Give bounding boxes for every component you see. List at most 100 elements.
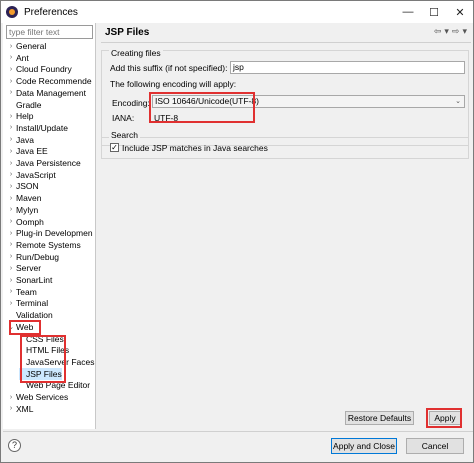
tree-item-label: Data Management xyxy=(16,87,86,98)
tree-item[interactable]: › Data Management xyxy=(7,87,86,99)
chevron-right-icon[interactable]: › xyxy=(7,183,15,190)
search-label: Search xyxy=(109,130,140,140)
chevron-right-icon[interactable]: › xyxy=(7,288,15,295)
tree-item-label: XML xyxy=(16,403,34,414)
chevron-right-icon[interactable]: › xyxy=(7,218,15,225)
tree-item[interactable]: › Mylyn xyxy=(7,204,38,216)
encoding-info-label: The following encoding will apply: xyxy=(110,79,237,89)
tree-item[interactable]: › Web Services xyxy=(7,391,68,403)
tree-item-label: Web Services xyxy=(16,392,69,402)
tree-item[interactable]: › Remote Systems xyxy=(7,239,81,251)
restore-defaults-button[interactable]: Restore Defaults xyxy=(345,411,414,425)
encoding-highlight xyxy=(149,92,255,123)
tree-item[interactable]: › JSON xyxy=(7,180,39,192)
tree-item-label: Oomph xyxy=(16,216,44,227)
chevron-right-icon[interactable]: › xyxy=(7,113,15,120)
help-icon[interactable]: ? xyxy=(8,439,21,452)
include-jsp-label: Include JSP matches in Java searches xyxy=(122,143,268,153)
window-title: Preferences xyxy=(24,6,78,18)
tree-item[interactable]: › Java EE xyxy=(7,145,48,157)
tree-item[interactable]: Gradle xyxy=(7,99,42,111)
tree-item-label: Remote Systems xyxy=(16,239,81,250)
web-highlight xyxy=(9,320,41,335)
iana-label: IANA: xyxy=(112,113,135,123)
chevron-right-icon[interactable]: › xyxy=(7,405,15,412)
tree-item-label: Terminal xyxy=(16,298,49,309)
title-separator xyxy=(101,42,471,43)
suffix-input[interactable]: jsp xyxy=(230,61,465,74)
tree-item-label: Code Recommende xyxy=(16,76,92,87)
chevron-right-icon[interactable]: › xyxy=(7,195,15,202)
tree-item-label: Maven xyxy=(16,193,42,204)
chevron-right-icon[interactable]: › xyxy=(7,265,15,272)
apply-highlight xyxy=(426,408,462,428)
chevron-right-icon[interactable]: › xyxy=(7,206,15,213)
tree-item-label: SonarLint xyxy=(16,275,53,285)
apply-and-close-button[interactable]: Apply and Close xyxy=(331,438,397,454)
chevron-right-icon[interactable]: › xyxy=(7,43,15,50)
tree-item[interactable]: › Server xyxy=(7,262,41,274)
creating-files-label: Creating files xyxy=(109,48,163,58)
tree-item-label: Mylyn xyxy=(16,204,39,215)
tree-item-label: Gradle xyxy=(16,99,42,110)
chevron-right-icon[interactable]: › xyxy=(7,54,15,61)
chevron-right-icon[interactable]: › xyxy=(7,66,15,73)
include-jsp-checkbox[interactable]: ✓ xyxy=(110,143,119,152)
tree-item-label: Plug-in Developmen xyxy=(16,228,93,239)
tree-item-label: General xyxy=(16,41,47,51)
chevron-right-icon[interactable]: › xyxy=(7,241,15,248)
close-button[interactable]: ✕ xyxy=(447,1,473,23)
tree-item[interactable]: › Maven xyxy=(7,192,42,204)
back-menu-icon[interactable]: ▾ xyxy=(444,26,449,37)
title-bar: Preferences — ☐ ✕ xyxy=(1,1,473,23)
back-arrow-icon[interactable]: ⇦ xyxy=(434,26,442,37)
cancel-button[interactable]: Cancel xyxy=(406,438,464,454)
eclipse-icon xyxy=(6,6,18,18)
tree-item[interactable]: › Code Recommende xyxy=(7,75,92,87)
tree-item[interactable]: › Run/Debug xyxy=(7,251,59,263)
tree-item-label: Cloud Foundry xyxy=(16,64,72,75)
chevron-right-icon[interactable]: › xyxy=(7,277,15,284)
tree-item[interactable]: › Oomph xyxy=(7,216,44,228)
tree-item[interactable]: › Install/Update xyxy=(7,122,68,134)
chevron-right-icon[interactable]: › xyxy=(7,78,15,85)
chevron-right-icon[interactable]: › xyxy=(7,124,15,131)
tree-item[interactable]: › Java Persistence xyxy=(7,157,81,169)
tree-item-label: JSON xyxy=(16,181,39,192)
tree-item-label: Run/Debug xyxy=(16,251,60,262)
suffix-label: Add this suffix (if not specified): xyxy=(110,63,228,73)
forward-menu-icon[interactable]: ▾ xyxy=(462,26,467,37)
chevron-right-icon[interactable]: › xyxy=(7,160,15,167)
tree-item[interactable]: › Help xyxy=(7,110,34,122)
tree-item[interactable]: › Terminal xyxy=(7,297,48,309)
filter-input[interactable] xyxy=(6,25,93,39)
chevron-down-icon: ⌄ xyxy=(455,98,461,105)
tree-item-label: Java xyxy=(16,134,34,145)
chevron-right-icon[interactable]: › xyxy=(7,230,15,237)
chevron-right-icon[interactable]: › xyxy=(7,171,15,178)
tree-item[interactable]: › Plug-in Developmen xyxy=(7,227,93,239)
tree-item[interactable]: › Team xyxy=(7,286,37,298)
tree-item[interactable]: › General xyxy=(7,40,46,52)
forward-arrow-icon[interactable]: ⇨ xyxy=(452,26,460,37)
chevron-right-icon[interactable]: › xyxy=(7,148,15,155)
tree-item[interactable]: › XML xyxy=(7,403,34,415)
chevron-right-icon[interactable]: › xyxy=(7,89,15,96)
tree-item-label: Validation xyxy=(16,310,53,321)
tree-item[interactable]: › Ant xyxy=(7,52,29,64)
chevron-right-icon[interactable]: › xyxy=(7,136,15,143)
tree-item-label: Java Persistence xyxy=(16,158,81,168)
tree-item[interactable]: › Java xyxy=(7,134,34,146)
tree-item[interactable]: › SonarLint xyxy=(7,274,53,286)
minimize-button[interactable]: — xyxy=(395,1,421,23)
chevron-right-icon[interactable]: › xyxy=(7,300,15,307)
tree-item-label: Ant xyxy=(16,52,29,63)
tree-item-label: Install/Update xyxy=(16,122,68,133)
tree-item[interactable]: › JavaScript xyxy=(7,169,56,181)
tree-item-label: Java EE xyxy=(16,146,48,157)
tree-item[interactable]: › Cloud Foundry xyxy=(7,63,72,75)
chevron-right-icon[interactable]: › xyxy=(7,394,15,401)
page-title: JSP Files xyxy=(105,27,150,38)
chevron-right-icon[interactable]: › xyxy=(7,253,15,260)
maximize-button[interactable]: ☐ xyxy=(421,1,447,23)
